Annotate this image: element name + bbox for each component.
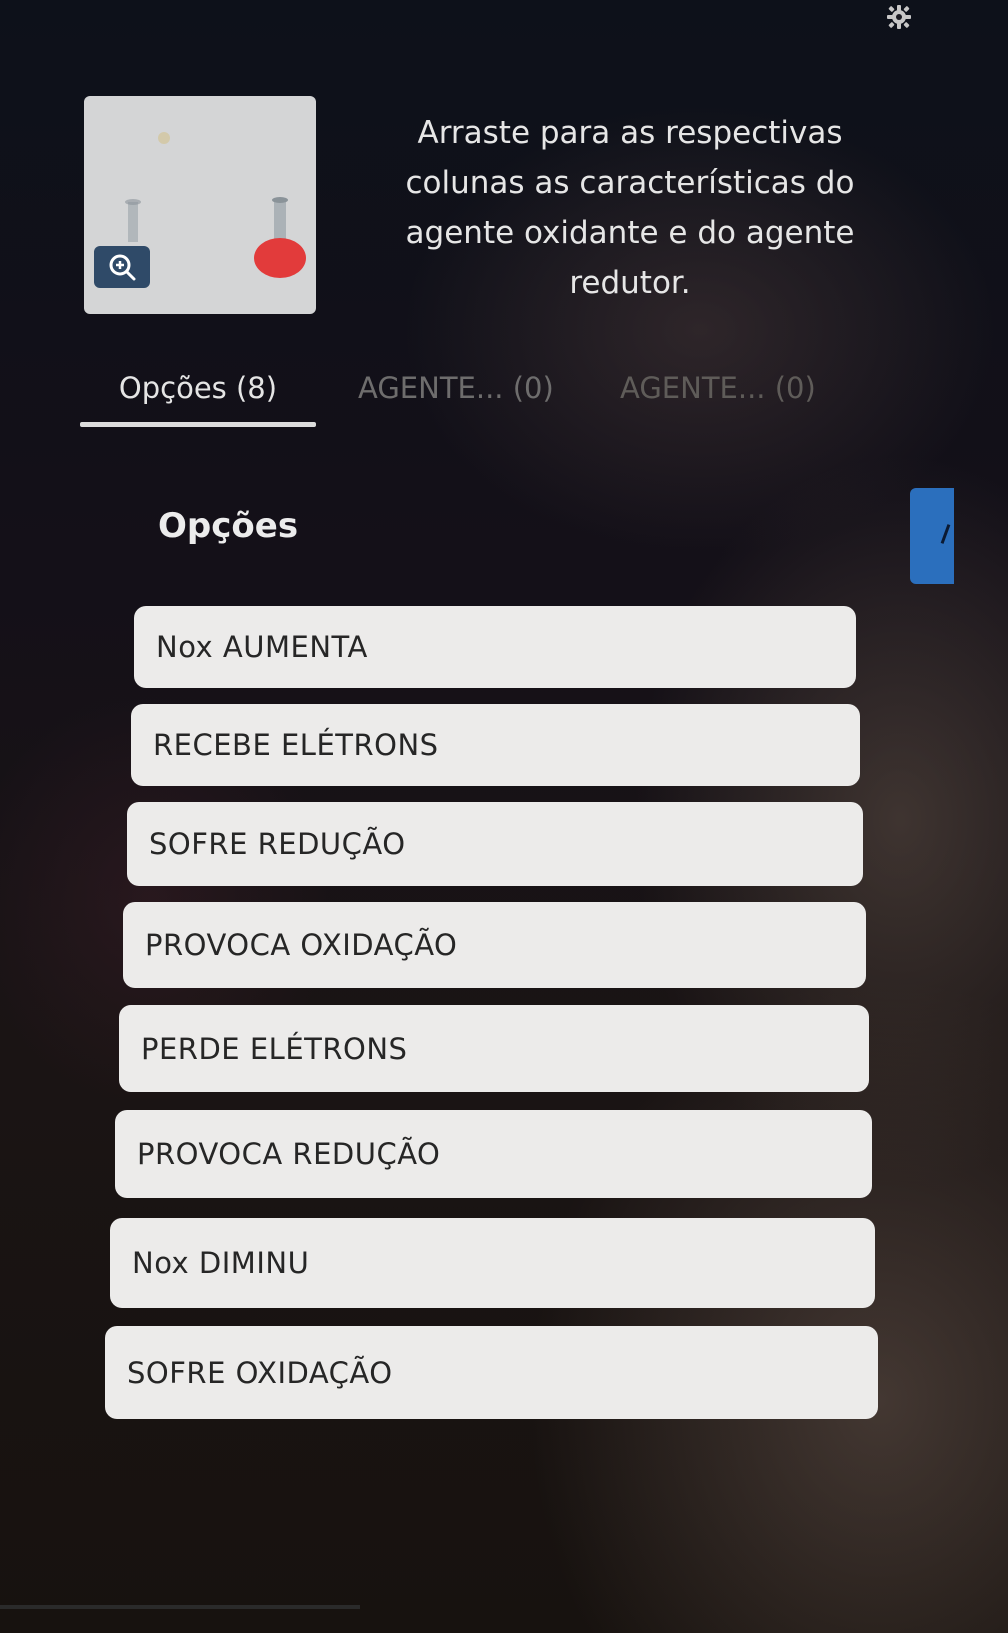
option-card[interactable]: SOFRE REDUÇÃO <box>127 802 863 886</box>
illustration-thumbnail[interactable] <box>84 96 316 314</box>
tab-agent-reducer[interactable]: AGENTE... (0) <box>620 360 816 416</box>
zoom-in-icon <box>109 254 136 281</box>
red-flask-icon <box>254 197 306 278</box>
side-panel-handle[interactable] <box>910 488 954 584</box>
option-card[interactable]: Nox DIMINU <box>110 1218 875 1308</box>
section-title: Opções <box>158 506 299 546</box>
tab-options[interactable]: Opções (8) <box>80 360 316 416</box>
spark-decoration <box>158 132 170 144</box>
option-card[interactable]: PROVOCA OXIDAÇÃO <box>123 902 866 988</box>
instructions-text: Arraste para as respectivas colunas as c… <box>405 115 855 301</box>
tab-bar: Opções (8) AGENTE... (0) AGENTE... (0) <box>80 360 980 430</box>
option-card[interactable]: RECEBE ELÉTRONS <box>131 704 860 786</box>
tab-agent-oxidant[interactable]: AGENTE... (0) <box>358 360 554 416</box>
active-tab-indicator <box>80 422 316 427</box>
edit-pencil-icon <box>940 524 951 544</box>
gear-icon[interactable] <box>886 4 912 30</box>
divider <box>0 1605 360 1609</box>
option-card[interactable]: PROVOCA REDUÇÃO <box>115 1110 872 1198</box>
option-card[interactable]: SOFRE OXIDAÇÃO <box>105 1326 878 1419</box>
option-card[interactable]: PERDE ELÉTRONS <box>119 1005 869 1092</box>
zoom-button[interactable] <box>94 246 150 288</box>
option-card[interactable]: Nox AUMENTA <box>134 606 856 688</box>
